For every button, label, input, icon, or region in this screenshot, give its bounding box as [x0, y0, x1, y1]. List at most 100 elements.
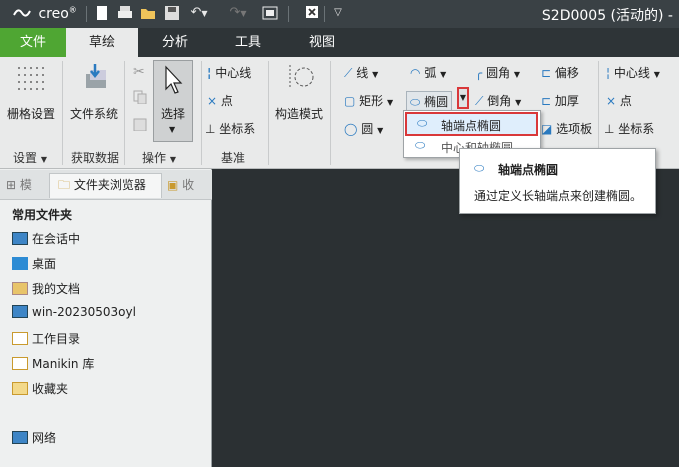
cut-icon[interactable]: ✂ — [133, 64, 145, 80]
select-button[interactable]: 选择 ▼ — [153, 60, 193, 142]
palette-button[interactable]: ◪ 选项板 — [541, 120, 592, 137]
rectangle-button[interactable]: ▢ 矩形 ▼ — [344, 92, 393, 109]
folder-in-session[interactable]: 在会话中 — [12, 230, 80, 248]
ellipse-icon: ⬭ — [415, 138, 426, 152]
customize-toolbar-icon[interactable]: ▽ — [330, 5, 346, 21]
creo-logo: creo® — [12, 5, 77, 22]
construction-mode-label: 构造模式 — [275, 107, 324, 121]
undo-icon[interactable]: ↶▼ — [187, 5, 211, 21]
ellipse-button[interactable]: ⬭ 椭圆 — [406, 91, 453, 112]
title-bar: creo® ↶▼ ↷▼ ▽ S2D0005 (活动的) - — [0, 0, 679, 28]
file-system-icon — [86, 64, 106, 88]
tab-view[interactable]: 视图 — [286, 28, 358, 57]
tooltip-title: 轴端点椭圆 — [498, 163, 559, 177]
thicken-button[interactable]: ⊏ 加厚 — [541, 92, 579, 109]
select-label: 选择 — [161, 107, 186, 121]
group-separator — [62, 61, 63, 165]
library-icon — [12, 357, 28, 370]
offset-button[interactable]: ⊏ 偏移 — [541, 64, 579, 81]
print-icon[interactable] — [117, 5, 133, 21]
working-directory-icon — [12, 332, 28, 345]
favorites-tab-icon: ▣ — [167, 178, 179, 192]
line-icon: ⟋ — [344, 66, 353, 80]
network-icon — [12, 431, 28, 444]
folder-network[interactable]: 网络 — [12, 429, 56, 447]
ellipse-dropdown-button[interactable]: ▼ — [457, 87, 469, 109]
point-icon: × — [207, 94, 218, 108]
computer-icon — [12, 305, 28, 318]
tab-model-tree[interactable]: ⊞ 模 — [6, 173, 46, 198]
save-icon[interactable] — [164, 5, 180, 21]
close-window-icon[interactable] — [304, 5, 320, 21]
copy-icon[interactable] — [133, 90, 147, 107]
ellipse-icon: ⬭ — [417, 116, 428, 130]
chevron-down-icon: ▼ — [169, 125, 176, 134]
construction-mode-button[interactable] — [286, 63, 316, 94]
folder-my-documents[interactable]: 我的文档 — [12, 280, 80, 298]
rectangle-icon: ▢ — [344, 94, 356, 108]
group-separator — [201, 61, 202, 165]
new-file-icon[interactable] — [94, 5, 110, 21]
group-separator — [330, 61, 331, 165]
folder-working-directory[interactable]: 工作目录 — [12, 330, 80, 348]
navigator-tabs: ⊞ 模 🗀 文件夹浏览器 ▣ 收 — [0, 170, 212, 200]
tab-file[interactable]: 文件 — [0, 28, 66, 57]
creo-logo-icon — [13, 9, 31, 17]
regenerate-icon[interactable] — [262, 5, 278, 21]
group-datum-label: 基准 — [221, 151, 246, 165]
menu-item-axis-ends-ellipse[interactable]: ⬭ 轴端点椭圆 — [405, 112, 538, 136]
folder-favorites[interactable]: 收藏夹 — [12, 380, 68, 398]
toolbar-separator — [324, 6, 325, 22]
centerline-button[interactable]: ¦ 中心线 ▼ — [606, 64, 660, 81]
grid-settings-label: 栅格设置 — [7, 107, 56, 121]
documents-icon — [12, 282, 28, 295]
paste-icon[interactable] — [133, 117, 147, 134]
common-folders-heading: 常用文件夹 — [12, 208, 73, 222]
line-button[interactable]: ⟋ 线 ▼ — [344, 64, 378, 81]
tab-analysis[interactable]: 分析 — [140, 28, 210, 57]
group-separator — [268, 61, 269, 165]
monitor-icon — [12, 232, 28, 245]
point-icon: × — [606, 94, 617, 108]
select-arrow-icon — [165, 65, 183, 94]
centerline-icon: ¦ — [606, 66, 611, 80]
tab-sketch[interactable]: 草绘 — [66, 28, 138, 57]
chamfer-button[interactable]: ⟋ 倒角 ▼ — [475, 92, 521, 109]
window-title: S2D0005 (活动的) - — [541, 8, 673, 24]
point-button[interactable]: × 点 — [606, 92, 632, 109]
datum-coordsys-button[interactable]: ⊥ 坐标系 — [205, 120, 255, 137]
centerline-icon: ¦ — [207, 66, 212, 80]
grid-icon — [18, 67, 44, 90]
desktop-icon — [12, 257, 28, 270]
circle-button[interactable]: ◯ 圆 ▼ — [344, 120, 383, 137]
grid-settings-button[interactable] — [16, 65, 46, 94]
datum-centerline-button[interactable]: ¦ 中心线 — [207, 64, 251, 81]
file-system-button[interactable] — [80, 62, 110, 95]
group-get-data-label: 获取数据 — [71, 151, 120, 165]
group-setup-label[interactable]: 设置 ▼ — [13, 149, 47, 166]
tab-tools[interactable]: 工具 — [212, 28, 284, 57]
fillet-icon: ╭ — [475, 66, 483, 80]
tooltip-description: 通过定义长轴端点来创建椭圆。 — [474, 189, 643, 203]
group-separator — [124, 61, 125, 165]
coordsys-button[interactable]: ⊥ 坐标系 — [604, 120, 654, 137]
toolbar-separator — [288, 6, 289, 22]
group-operations-label[interactable]: 操作 ▼ — [142, 149, 176, 166]
favorites-icon — [12, 382, 28, 395]
folder-computer[interactable]: win-20230503oyl — [12, 305, 136, 323]
chamfer-icon: ⟋ — [475, 94, 484, 108]
open-folder-icon[interactable] — [140, 5, 156, 21]
arc-button[interactable]: ◠ 弧 ▼ — [410, 64, 446, 81]
ellipse-icon: ⬭ — [474, 161, 485, 175]
tab-folder-browser[interactable]: 🗀 文件夹浏览器 — [49, 173, 162, 198]
thicken-icon: ⊏ — [541, 94, 552, 108]
palette-icon: ◪ — [541, 122, 553, 136]
fillet-button[interactable]: ╭ 圆角 ▼ — [475, 64, 520, 81]
folder-manikin-library[interactable]: Manikin 库 — [12, 355, 94, 373]
tab-favorites[interactable]: ▣ 收 — [167, 173, 207, 198]
construction-mode-icon — [289, 65, 314, 89]
datum-point-button[interactable]: × 点 — [207, 92, 233, 109]
redo-icon[interactable]: ↷▼ — [226, 5, 250, 21]
folder-desktop[interactable]: 桌面 — [12, 255, 56, 273]
ellipse-icon: ⬭ — [410, 95, 421, 109]
